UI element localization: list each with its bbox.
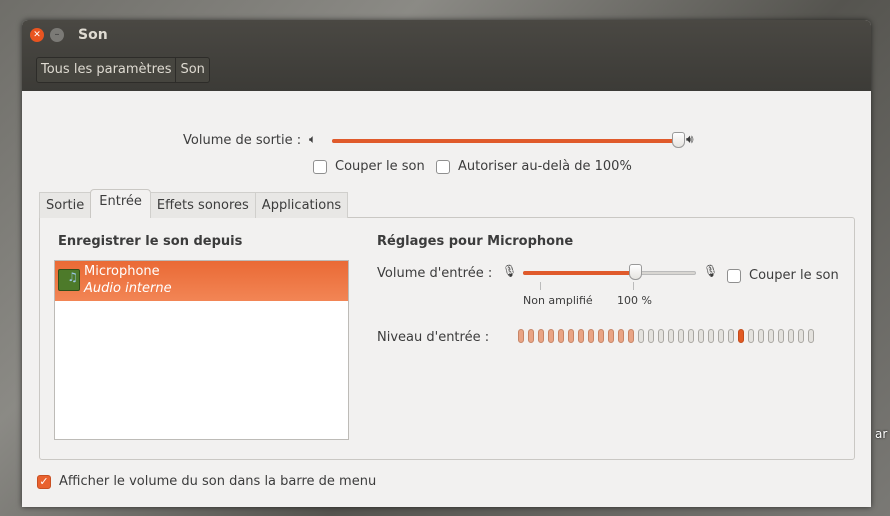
tab-output[interactable]: Sortie [39, 192, 92, 218]
level-bar [628, 329, 634, 343]
mark-unamplified: Non amplifié [523, 294, 593, 307]
mic-low-icon: 🎙︎ [502, 264, 518, 278]
show-volume-checkbox[interactable]: ✓ [37, 475, 51, 489]
tab-applications[interactable]: Applications [254, 192, 349, 218]
level-bar [808, 329, 814, 343]
input-panel: Enregistrer le son depuis ♫ Microphone A… [39, 217, 855, 460]
level-bar [618, 329, 624, 343]
level-bar [558, 329, 564, 343]
level-bar [698, 329, 704, 343]
level-bar [798, 329, 804, 343]
level-bar [648, 329, 654, 343]
output-volume-label: Volume de sortie : [183, 133, 302, 148]
sound-settings-window: ✕ – Son Tous les paramètres Son Volume d… [22, 20, 871, 507]
level-bar [778, 329, 784, 343]
level-bar [588, 329, 594, 343]
desktop-icon-label: ar [875, 427, 888, 441]
level-bar [768, 329, 774, 343]
input-device-list: ♫ Microphone Audio interne [54, 260, 349, 440]
level-bar [688, 329, 694, 343]
level-bar [718, 329, 724, 343]
breadcrumb-sound[interactable]: Son [175, 58, 208, 82]
level-bar [728, 329, 734, 343]
input-level-label: Niveau d'entrée : [377, 330, 490, 345]
breadcrumb: Tous les paramètres Son [36, 57, 210, 83]
input-volume-label: Volume d'entrée : [377, 266, 493, 281]
level-bar [668, 329, 674, 343]
level-bar [528, 329, 534, 343]
window-title: Son [78, 27, 108, 43]
level-bar [578, 329, 584, 343]
overamplify-label: Autoriser au-delà de 100% [458, 159, 632, 174]
device-name: Microphone [84, 264, 160, 279]
mark-100-percent: 100 % [617, 294, 652, 307]
level-bar [598, 329, 604, 343]
input-mute-label: Couper le son [749, 268, 839, 283]
speaker-low-icon: 🔈︎ [309, 132, 317, 146]
sound-card-icon: ♫ [58, 269, 80, 291]
tab-input[interactable]: Entrée [90, 189, 151, 218]
mic-high-icon: 🎙︎ [703, 264, 719, 278]
output-mute-checkbox[interactable] [313, 160, 327, 174]
close-button[interactable]: ✕ [30, 28, 44, 42]
input-level-meter [518, 329, 814, 343]
minimize-button[interactable]: – [50, 28, 64, 42]
record-from-heading: Enregistrer le son depuis [58, 234, 243, 249]
level-bar [788, 329, 794, 343]
level-bar [758, 329, 764, 343]
output-mute-label: Couper le son [335, 159, 425, 174]
level-bar [638, 329, 644, 343]
level-bar [538, 329, 544, 343]
speaker-high-icon: 🔊︎ [686, 132, 694, 146]
level-bar [548, 329, 554, 343]
level-bar [608, 329, 614, 343]
level-bar [518, 329, 524, 343]
level-bar [738, 329, 744, 343]
level-bar [658, 329, 664, 343]
overamplify-checkbox[interactable] [436, 160, 450, 174]
level-bar [678, 329, 684, 343]
level-bar [568, 329, 574, 343]
level-bar [748, 329, 754, 343]
device-description: Audio interne [84, 281, 172, 296]
tab-sound-effects[interactable]: Effets sonores [149, 192, 256, 218]
tab-bar: Sortie Entrée Effets sonores Application… [39, 189, 349, 218]
breadcrumb-all-settings[interactable]: Tous les paramètres [37, 58, 175, 82]
titlebar: ✕ – Son Tous les paramètres Son [22, 20, 871, 91]
level-bar [708, 329, 714, 343]
show-volume-label: Afficher le volume du son dans la barre … [59, 474, 377, 489]
list-item[interactable]: ♫ Microphone Audio interne [55, 261, 348, 301]
settings-heading: Réglages pour Microphone [377, 234, 574, 249]
input-mute-checkbox[interactable] [727, 269, 741, 283]
